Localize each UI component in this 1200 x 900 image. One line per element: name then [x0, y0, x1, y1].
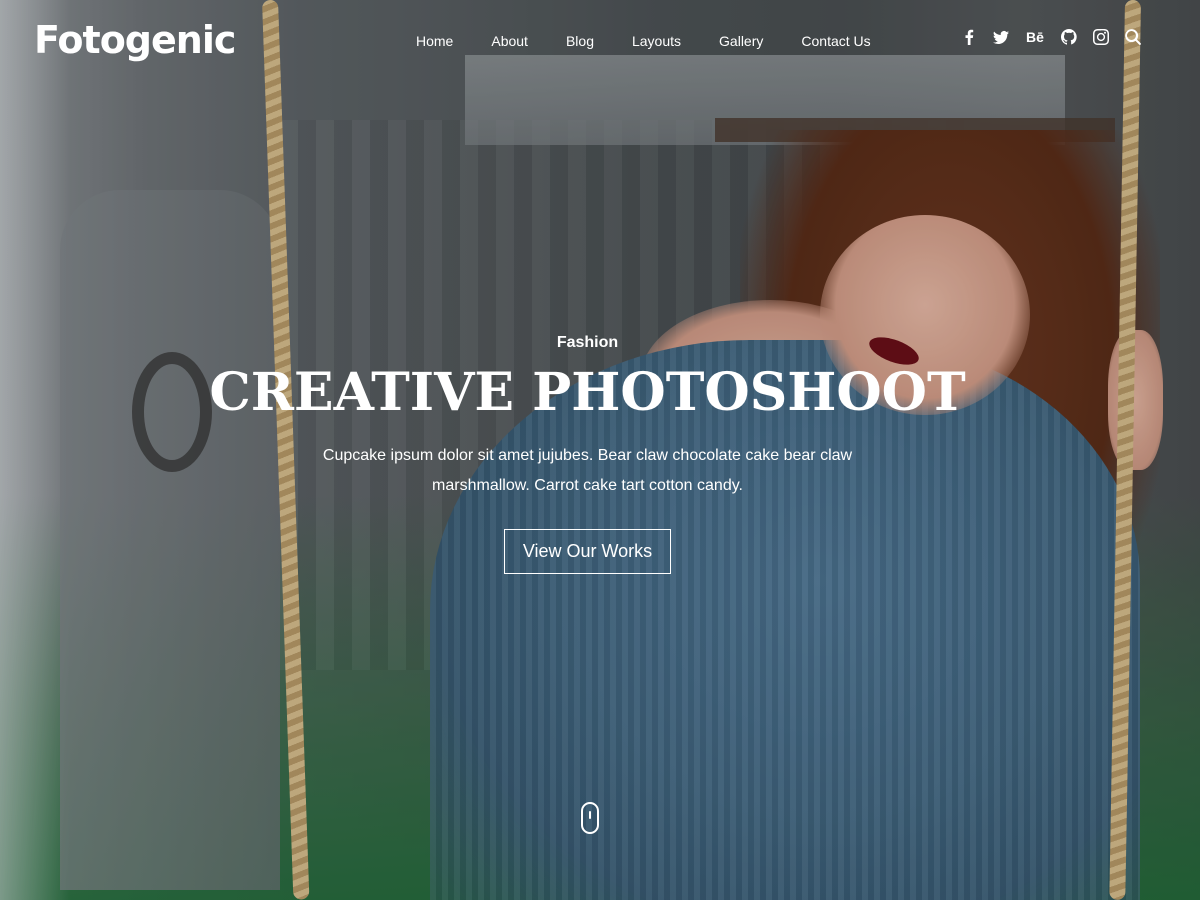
hero-description: Cupcake ipsum dolor sit amet jujubes. Be… — [322, 447, 853, 495]
hero-content: Fashion CREATIVE PHOTOSHOOT Cupcake ipsu… — [0, 334, 1175, 575]
nav-item-blog[interactable]: Blog — [566, 33, 594, 49]
view-our-works-button[interactable]: View Our Works — [503, 529, 672, 575]
hero-section: Fotogenic Home About Blog Layouts Galler… — [0, 0, 1200, 900]
social-links: Bē — [960, 28, 1156, 46]
nav-item-layouts[interactable]: Layouts — [632, 33, 681, 49]
hero-category: Fashion — [556, 334, 619, 351]
github-icon[interactable] — [1060, 28, 1078, 46]
search-icon[interactable] — [1124, 28, 1142, 46]
instagram-icon[interactable] — [1092, 28, 1110, 46]
hero-title: CREATIVE PHOTOSHOOT — [209, 362, 966, 423]
site-header: Fotogenic Home About Blog Layouts Galler… — [0, 0, 1200, 84]
main-nav: Home About Blog Layouts Gallery Contact … — [416, 33, 909, 49]
nav-item-gallery[interactable]: Gallery — [719, 33, 763, 49]
twitter-icon[interactable] — [992, 28, 1010, 46]
nav-item-about[interactable]: About — [491, 33, 528, 49]
behance-icon[interactable]: Bē — [1024, 28, 1046, 46]
facebook-icon[interactable] — [960, 28, 978, 46]
nav-item-home[interactable]: Home — [416, 33, 453, 49]
site-logo[interactable]: Fotogenic — [34, 18, 236, 62]
nav-item-contact-us[interactable]: Contact Us — [801, 33, 870, 49]
scroll-down-mouse-icon[interactable] — [581, 802, 599, 834]
